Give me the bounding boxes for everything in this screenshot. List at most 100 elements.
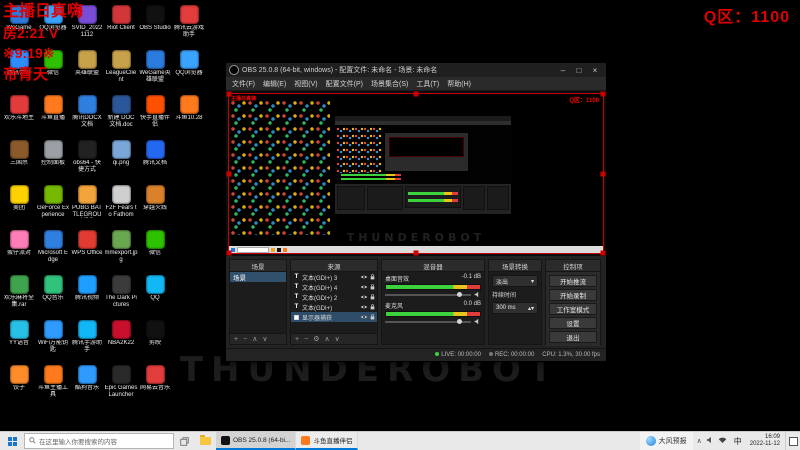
selection-handle[interactable]: [600, 250, 606, 256]
source-row[interactable]: T 文本(GDI+): [291, 302, 377, 312]
source-row[interactable]: ▣ 显示器捕获: [291, 312, 377, 322]
desktop-icon[interactable]: 腾讯会议: [2, 47, 36, 92]
lock-icon[interactable]: [370, 284, 375, 290]
desktop-icon[interactable]: F2F Fears to Fathom: [104, 182, 138, 227]
selection-handle[interactable]: [600, 91, 606, 97]
taskbar-search-box[interactable]: 在这里输入你要搜索的内容: [24, 433, 174, 449]
add-source-button[interactable]: +: [295, 336, 299, 343]
desktop-icon[interactable]: The Dark Pictures: [104, 272, 138, 317]
menu-item[interactable]: 视图(V): [294, 79, 317, 89]
duration-spinner[interactable]: 300 ms ▴▾: [492, 302, 538, 314]
visibility-eye-icon[interactable]: [360, 294, 368, 300]
desktop-icon[interactable]: 欢乐麻将全集.rar: [2, 272, 36, 317]
selection-handle[interactable]: [413, 91, 419, 97]
desktop-icon[interactable]: Riot Client: [104, 2, 138, 47]
desktop-icon[interactable]: 穿越火线: [138, 182, 172, 227]
transition-select[interactable]: 淡出 ▾: [492, 275, 538, 287]
desktop-icon[interactable]: 英雄联盟: [70, 47, 104, 92]
lock-icon[interactable]: [370, 304, 375, 310]
desktop-icon[interactable]: QQ浏览器: [172, 47, 206, 92]
network-icon[interactable]: [718, 436, 727, 446]
menu-item[interactable]: 编辑(E): [263, 79, 286, 89]
volume-slider[interactable]: [385, 291, 471, 298]
control-button[interactable]: 开始推流: [549, 275, 597, 287]
desktop-icon[interactable]: SVID_20221112: [70, 2, 104, 47]
lock-icon[interactable]: [370, 314, 375, 320]
desktop-icon[interactable]: WiFi万能钥匙: [36, 317, 70, 362]
lock-icon[interactable]: [370, 274, 375, 280]
desktop-icon[interactable]: obs64 - 快捷方式: [70, 137, 104, 182]
taskbar-window-button[interactable]: OBS 25.0.8 (64-bi...: [216, 432, 297, 450]
taskbar-clock[interactable]: 16:09 2022-11-12: [745, 432, 785, 450]
desktop-icon[interactable]: QQ音乐: [36, 272, 70, 317]
desktop-icon[interactable]: YY语音: [2, 317, 36, 362]
menu-item[interactable]: 场景集合(S): [371, 79, 408, 89]
selection-handle[interactable]: [226, 171, 232, 176]
remove-scene-button[interactable]: −: [243, 336, 247, 343]
desktop-icon[interactable]: WeGame: [2, 2, 36, 47]
source-down-button[interactable]: ∨: [335, 336, 340, 343]
speaker-icon[interactable]: [474, 318, 481, 325]
desktop-icon[interactable]: WPS Office: [70, 227, 104, 272]
speaker-icon[interactable]: [474, 291, 481, 298]
source-row[interactable]: T 文本(GDI+) 4: [291, 282, 377, 292]
volume-icon[interactable]: [706, 436, 714, 446]
selection-handle[interactable]: [226, 91, 232, 97]
desktop-icon[interactable]: 微信: [36, 47, 70, 92]
desktop-icon[interactable]: 腾讯视频: [70, 272, 104, 317]
desktop-icon[interactable]: 蛋仔派对: [2, 227, 36, 272]
desktop-icon[interactable]: GeForce Experience: [36, 182, 70, 227]
visibility-eye-icon[interactable]: [360, 284, 368, 290]
control-button[interactable]: 设置: [549, 317, 597, 329]
scene-up-button[interactable]: ∧: [252, 336, 257, 343]
desktop-icon[interactable]: 美团: [2, 182, 36, 227]
source-up-button[interactable]: ∧: [324, 336, 329, 343]
source-row[interactable]: T 文本(GDI+) 3: [291, 272, 377, 282]
desktop-icon[interactable]: 斗鱼直播: [36, 92, 70, 137]
lock-icon[interactable]: [370, 294, 375, 300]
desktop-icon[interactable]: NBA2K22: [104, 317, 138, 362]
desktop-icon[interactable]: 微信: [138, 227, 172, 272]
close-button[interactable]: ×: [587, 64, 603, 76]
scene-down-button[interactable]: ∨: [262, 336, 267, 343]
desktop-icon[interactable]: 斗鱼主播工具: [36, 362, 70, 407]
volume-slider[interactable]: [385, 318, 471, 325]
minimize-button[interactable]: –: [555, 64, 571, 76]
desktop-icon[interactable]: LeagueClient: [104, 47, 138, 92]
preview-canvas[interactable]: 主播日真嗨 Q区：1100 THUNDEROBOT: [226, 91, 606, 256]
ime-indicator[interactable]: 中: [731, 432, 745, 450]
desktop-icon[interactable]: qi.png: [104, 137, 138, 182]
desktop-icon[interactable]: 控制面板: [36, 137, 70, 182]
obs-preview[interactable]: 主播日真嗨 Q区：1100 THUNDEROBOT: [226, 91, 606, 256]
tray-expand-icon[interactable]: ∧: [697, 437, 702, 445]
desktop-icon[interactable]: 饺子: [2, 362, 36, 407]
desktop-icon[interactable]: mmexport.jpg: [104, 227, 138, 272]
desktop-icon[interactable]: QQ: [138, 272, 172, 317]
add-scene-button[interactable]: +: [234, 336, 238, 343]
selection-handle[interactable]: [413, 250, 419, 256]
desktop-icon[interactable]: Epic Games Launcher: [104, 362, 138, 407]
menu-item[interactable]: 帮助(H): [447, 79, 471, 89]
spinner-arrows-icon[interactable]: ▴▾: [528, 305, 534, 312]
visibility-eye-icon[interactable]: [360, 274, 368, 280]
file-explorer-button[interactable]: [194, 432, 216, 450]
obs-titlebar[interactable]: OBS 25.0.8 (64-bit, windows) - 配置文件: 未命名…: [226, 63, 606, 77]
selection-handle[interactable]: [600, 171, 606, 176]
control-button[interactable]: 工作室模式: [549, 303, 597, 315]
menu-item[interactable]: 配置文件(P): [326, 79, 363, 89]
notification-center-button[interactable]: [785, 432, 800, 450]
maximize-button[interactable]: □: [571, 64, 587, 76]
desktop-icon[interactable]: 欢乐斗地主: [2, 92, 36, 137]
control-button[interactable]: 开始录制: [549, 289, 597, 301]
desktop-icon[interactable]: 腾讯文档: [138, 137, 172, 182]
menu-item[interactable]: 文件(F): [232, 79, 255, 89]
desktop-icon[interactable]: 斗鱼10.28: [172, 92, 206, 137]
remove-source-button[interactable]: −: [304, 336, 308, 343]
desktop-icon[interactable]: 新建 DOC 文档.doc: [104, 92, 138, 137]
source-properties-button[interactable]: ⚙: [313, 336, 319, 343]
task-view-button[interactable]: [174, 432, 194, 450]
desktop-icon[interactable]: 酷狗音乐: [70, 362, 104, 407]
desktop-icon[interactable]: QQ浏览器: [36, 2, 70, 47]
slider-knob[interactable]: [457, 292, 463, 297]
taskbar-weather-widget[interactable]: 大风预报: [639, 432, 693, 450]
